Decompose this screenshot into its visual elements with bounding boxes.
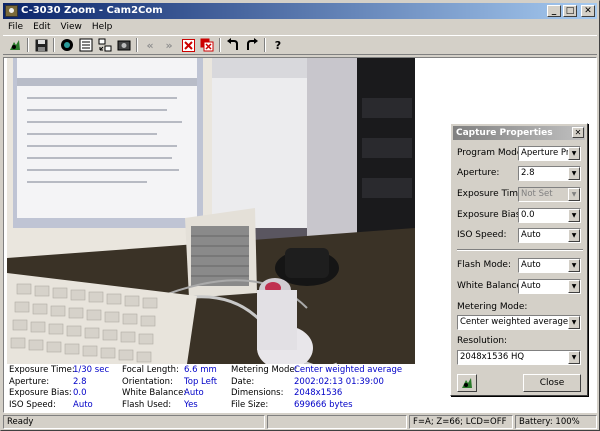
maximize-button[interactable]: □ [563, 5, 577, 17]
chevron-down-icon[interactable]: ▼ [568, 316, 580, 329]
photo-icon[interactable] [116, 37, 132, 53]
camera-capture-icon [462, 378, 472, 388]
captured-photo [7, 58, 415, 364]
info-row: Flash Used: Yes [122, 399, 198, 410]
exposure-bias-select[interactable]: 0.0 ▼ [518, 208, 581, 223]
status-camera-state: F=A; Z=66; LCD=OFF [409, 415, 513, 429]
metering-mode-label-row: Metering Mode: [457, 300, 583, 316]
title-bar[interactable]: C-3030 Zoom - Cam2Com _ □ ✕ [3, 3, 597, 19]
menu-file[interactable]: File [3, 20, 28, 34]
info-row: ISO Speed: Auto [9, 399, 93, 410]
connect-icon[interactable] [59, 37, 75, 53]
info-row: Exposure Bias:0.0 [9, 388, 87, 398]
chevron-down-icon[interactable]: ▼ [568, 167, 580, 180]
info-row: Orientation: Top Left [122, 376, 218, 387]
exposure-time-row: Exposure Time: Not Set ▼ [457, 187, 583, 203]
iso-speed-label: ISO Speed: [457, 230, 507, 240]
capture-properties-dialog: Capture Properties ✕ Program Mode: Apert… [450, 123, 588, 396]
chevron-down-icon[interactable]: ▼ [568, 259, 580, 272]
info-row: Date: 2002:02:13 01:39:00 [231, 376, 384, 387]
metering-mode-label: Metering Mode: [457, 302, 528, 312]
transfer-icon[interactable] [97, 37, 113, 53]
menu-bar: File Edit View Help [3, 20, 117, 34]
chevron-down-icon[interactable]: ▼ [568, 351, 580, 364]
info-column-file: Metering Mode:Center weighted average Da… [231, 365, 402, 411]
chevron-down-icon[interactable]: ▼ [568, 280, 580, 293]
close-window-button[interactable]: ✕ [581, 5, 595, 17]
exposure-time-label: Exposure Time: [457, 189, 527, 199]
delete-all-icon[interactable] [199, 37, 215, 53]
metering-mode-row: Center weighted average ▼ [457, 315, 583, 331]
toolbar-separator [53, 38, 55, 52]
main-window: C-3030 Zoom - Cam2Com _ □ ✕ File Edit Vi… [0, 0, 600, 431]
resolution-label-row: Resolution: [457, 334, 583, 350]
exposure-bias-row: Exposure Bias: 0.0 ▼ [457, 208, 583, 224]
dialog-close-icon[interactable]: ✕ [572, 127, 584, 138]
dialog-title: Capture Properties [456, 128, 553, 138]
close-button[interactable]: Close [523, 374, 581, 392]
chevron-down-icon[interactable]: ▼ [568, 147, 580, 160]
resolution-label: Resolution: [457, 336, 508, 346]
resolution-row: 2048x1536 HQ ▼ [457, 350, 583, 366]
properties-icon[interactable] [78, 37, 94, 53]
aperture-label: Aperture: [457, 168, 500, 178]
toolbar-separator [136, 38, 138, 52]
toolbar-separator [264, 38, 266, 52]
save-icon[interactable] [33, 37, 49, 53]
status-empty-pane [267, 415, 407, 429]
info-row: File Size: 699666 bytes [231, 399, 353, 410]
toolbar-separator [219, 38, 221, 52]
menu-view[interactable]: View [56, 20, 87, 34]
delete-icon[interactable] [180, 37, 196, 53]
chevron-down-icon[interactable]: ▼ [568, 229, 580, 242]
exposure-bias-label: Exposure Bias: [457, 210, 524, 220]
info-row: Focal Length: 6.6 mm [122, 365, 217, 375]
previous-icon[interactable]: « [142, 37, 158, 53]
white-balance-label: White Balance: [457, 281, 525, 291]
minimize-button[interactable]: _ [547, 5, 561, 17]
aperture-select[interactable]: 2.8 ▼ [518, 166, 581, 181]
flash-mode-label: Flash Mode: [457, 260, 511, 270]
toolbar-separator [27, 38, 29, 52]
rotate-right-icon[interactable] [244, 37, 260, 53]
info-row: Dimensions: 2048x1536 [231, 388, 343, 398]
info-column-exposure: Exposure Time:1/30 sec Aperture: 2.8 Expo… [9, 365, 109, 411]
camera-capture-icon[interactable] [7, 37, 23, 53]
status-ready: Ready [3, 415, 265, 429]
info-row: Metering Mode:Center weighted average [231, 365, 403, 375]
chevron-down-icon[interactable]: ▼ [568, 209, 580, 222]
resolution-select[interactable]: 2048x1536 HQ ▼ [457, 350, 581, 365]
capture-button[interactable] [457, 374, 477, 392]
info-row: Aperture: 2.8 [9, 376, 87, 387]
menu-help[interactable]: Help [87, 20, 118, 34]
rotate-left-icon[interactable] [225, 37, 241, 53]
window-title: C-3030 Zoom - Cam2Com [21, 5, 163, 16]
image-info-panel: Exposure Time:1/30 sec Aperture: 2.8 Expo… [7, 364, 415, 412]
iso-speed-select[interactable]: Auto ▼ [518, 228, 581, 243]
iso-speed-row: ISO Speed: Auto ▼ [457, 228, 583, 244]
app-camera-icon [5, 5, 18, 17]
status-battery: Battery: 100% [515, 415, 597, 429]
program-mode-row: Program Mode: Aperture Pric ▼ [457, 146, 583, 162]
info-column-lens: Focal Length: 6.6 mm Orientation: Top Left… [122, 365, 217, 411]
help-icon[interactable]: ? [270, 37, 286, 53]
info-row: White Balance:Auto [122, 388, 204, 398]
program-mode-select[interactable]: Aperture Pric ▼ [518, 146, 581, 161]
toolbar: « » ? [3, 35, 597, 55]
flash-mode-select[interactable]: Auto ▼ [518, 258, 581, 273]
exposure-time-select[interactable]: Not Set ▼ [518, 187, 581, 202]
white-balance-row: White Balance: Auto ▼ [457, 279, 583, 295]
flash-mode-row: Flash Mode: Auto ▼ [457, 258, 583, 274]
aperture-row: Aperture: 2.8 ▼ [457, 166, 583, 182]
info-row: Exposure Time:1/30 sec [9, 365, 110, 375]
program-mode-label: Program Mode: [457, 148, 526, 158]
next-icon[interactable]: » [161, 37, 177, 53]
dialog-separator [457, 249, 583, 251]
menu-edit[interactable]: Edit [28, 20, 55, 34]
chevron-down-icon[interactable]: ▼ [568, 188, 580, 201]
status-bar: Ready F=A; Z=66; LCD=OFF Battery: 100% [3, 415, 597, 429]
white-balance-select[interactable]: Auto ▼ [518, 279, 581, 294]
metering-mode-select[interactable]: Center weighted average ▼ [457, 315, 581, 330]
dialog-title-bar[interactable]: Capture Properties ✕ [453, 126, 585, 140]
